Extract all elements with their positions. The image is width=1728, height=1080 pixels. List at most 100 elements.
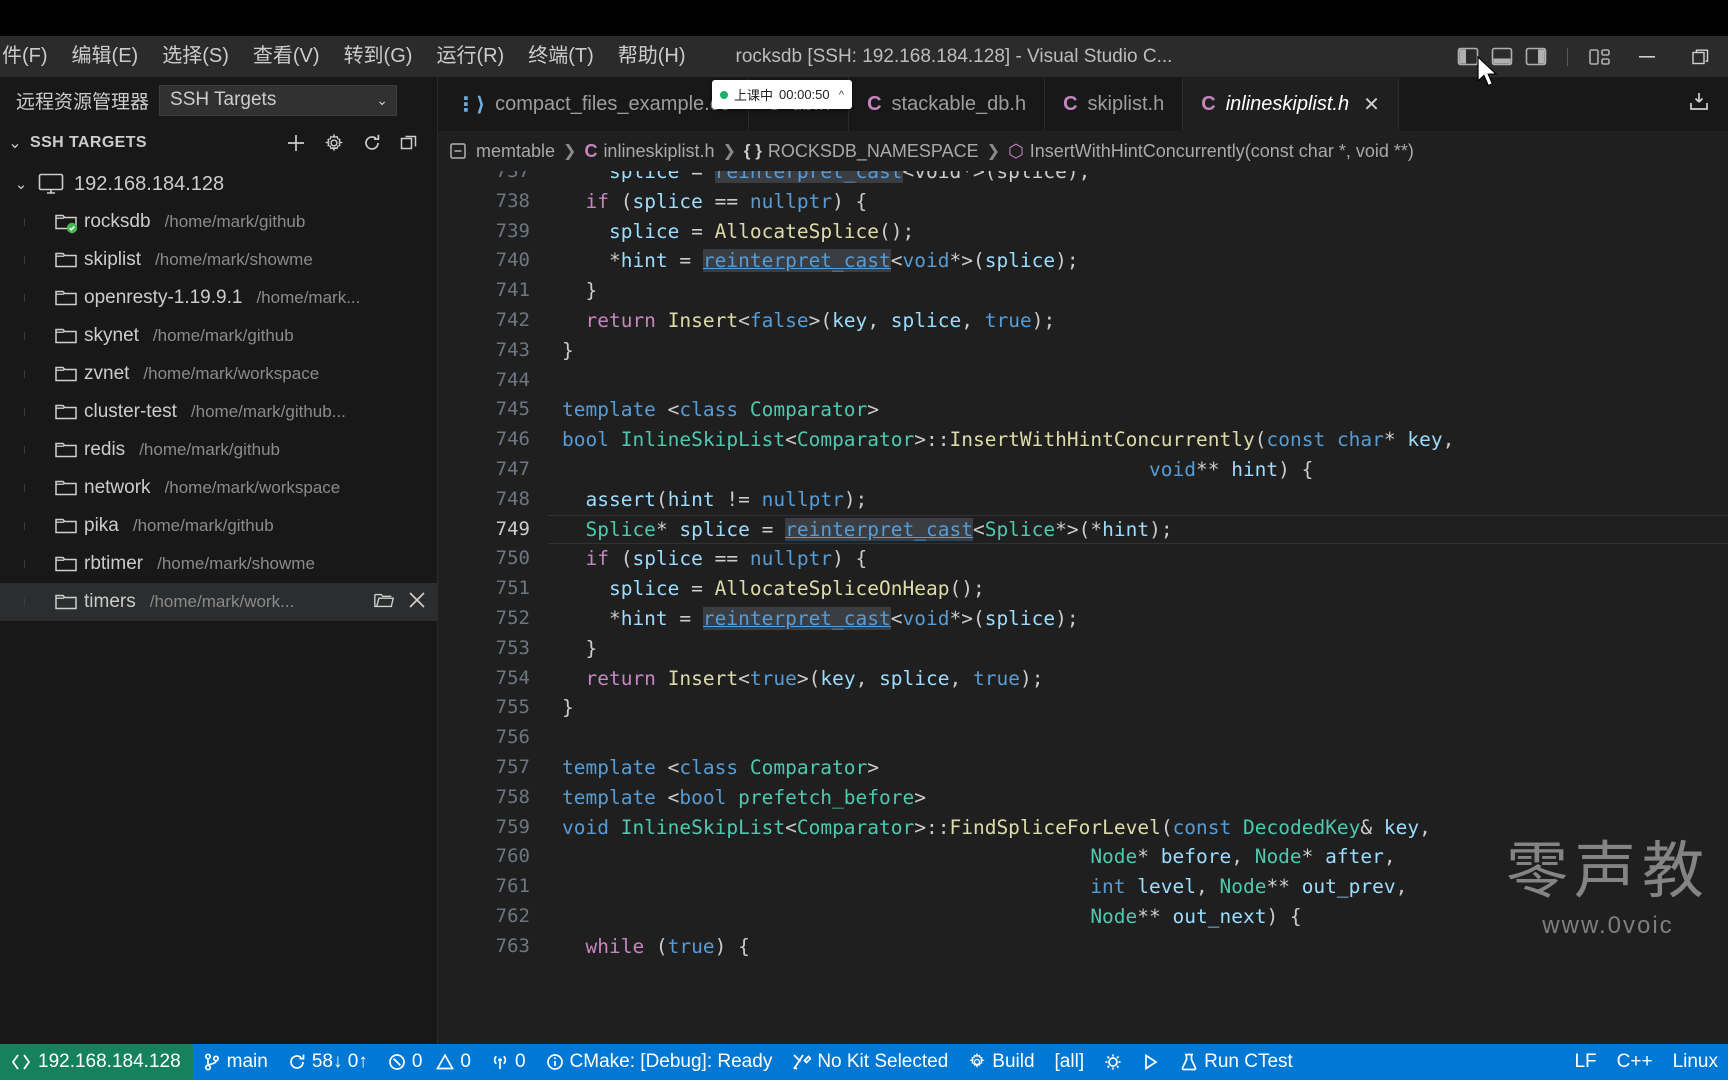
add-new-ssh-host-icon[interactable]: [285, 132, 307, 154]
chevron-up-icon[interactable]: ^: [839, 89, 844, 101]
tree-row-folder[interactable]: openresty-1.19.9.1/home/mark...: [0, 279, 437, 317]
code-editor[interactable]: 737 738 739 740 741 742 743 744 745 746 747 748 749 7…: [438, 171, 1728, 1044]
line-number: 738: [495, 189, 530, 212]
menu-item-1[interactable]: 编辑(E): [60, 36, 151, 77]
tab-close-icon[interactable]: ✕: [1363, 92, 1380, 117]
status-item-cmake-status[interactable]: CMake: [Debug]: Ready: [536, 1044, 783, 1080]
breadcrumb-segment[interactable]: { } ROCKSDB_NAMESPACE: [740, 141, 983, 162]
menu-item-2[interactable]: 选择(S): [150, 36, 241, 77]
status-remote-indicator[interactable]: 192.168.184.128: [0, 1044, 193, 1080]
code-line[interactable]: Splice* splice = reinterpret_cast<Splice…: [548, 514, 1728, 545]
breadcrumb-segment[interactable]: memtable: [472, 141, 559, 162]
folder-path: /home/mark/github: [139, 440, 280, 459]
host-twisty-icon[interactable]: ⌄: [10, 175, 32, 193]
code-token: bool: [562, 428, 609, 452]
code-line[interactable]: [548, 723, 1728, 753]
tree-row-folder[interactable]: network/home/mark/workspace: [0, 469, 437, 507]
menu-item-5[interactable]: 运行(R): [424, 36, 516, 77]
code-line[interactable]: }: [548, 693, 1728, 723]
editor-tab[interactable]: Cstackable_db.h: [849, 77, 1046, 131]
code-line[interactable]: }: [548, 634, 1728, 664]
code-line[interactable]: Node* before, Node* after,: [548, 842, 1728, 872]
tree-row-host[interactable]: ⌄ 192.168.184.128: [0, 165, 437, 203]
tree-row-folder[interactable]: skiplist/home/mark/showme: [0, 241, 437, 279]
tree-row-folder[interactable]: rbtimer/home/mark/showme: [0, 545, 437, 583]
code-line[interactable]: assert(hint != nullptr);: [548, 485, 1728, 515]
code-line[interactable]: int level, Node** out_prev,: [548, 872, 1728, 902]
collapse-all-icon[interactable]: [399, 132, 421, 154]
status-item-remote-platform[interactable]: Linux: [1663, 1044, 1728, 1080]
code-token: ,: [961, 308, 985, 332]
editor-tab[interactable]: ⋮⟩ compact_files_example.cc: [438, 77, 749, 131]
status-item-eol[interactable]: LF: [1564, 1044, 1606, 1080]
code-line[interactable]: return Insert<false>(key, splice, true);: [548, 306, 1728, 336]
tree-row-folder[interactable]: skynet/home/mark/github: [0, 317, 437, 355]
ssh-targets-section-header[interactable]: ⌄ SSH TARGETS: [0, 123, 437, 163]
tree-row-folder[interactable]: rocksdb/home/mark/github: [0, 203, 437, 241]
tree-row-folder[interactable]: zvnet/home/mark/workspace: [0, 355, 437, 393]
code-line[interactable]: }: [548, 336, 1728, 366]
code-line[interactable]: void** hint) {: [548, 455, 1728, 485]
ssh-targets-dropdown[interactable]: SSH Targets ⌄: [159, 84, 398, 116]
editor-tab[interactable]: Cskiplist.h: [1045, 77, 1184, 131]
open-in-new-window-icon[interactable]: [373, 589, 395, 616]
code-line[interactable]: template <class Comparator>: [548, 753, 1728, 783]
code-line[interactable]: if (splice == nullptr) {: [548, 187, 1728, 217]
tree-row-folder[interactable]: timers/home/mark/work...: [0, 583, 437, 621]
code-line[interactable]: splice = AllocateSplice();: [548, 217, 1728, 247]
restore-button[interactable]: [1674, 36, 1728, 77]
tree-row-folder[interactable]: pika/home/mark/github: [0, 507, 437, 545]
menu-item-3[interactable]: 查看(V): [241, 36, 332, 77]
minimize-button[interactable]: [1620, 36, 1674, 77]
status-item-cmake-build[interactable]: Build: [958, 1044, 1044, 1080]
configure-ssh-hosts-icon[interactable]: [323, 132, 345, 154]
code-line[interactable]: template <class Comparator>: [548, 395, 1728, 425]
status-item-cmake-build-target[interactable]: [all]: [1045, 1044, 1095, 1080]
code-line[interactable]: }: [548, 276, 1728, 306]
status-item-language-mode[interactable]: C++: [1607, 1044, 1663, 1080]
breadcrumb[interactable]: memtable ❯ Cinlineskiplist.h ❯{ } ROCKSDB_NA…: [438, 131, 1728, 171]
code-token: true: [749, 666, 797, 690]
tree-row-folder[interactable]: redis/home/mark/github: [0, 431, 437, 469]
code-content[interactable]: splice = reinterpret_cast<void*>(splice)…: [548, 171, 1728, 1044]
menu-item-4[interactable]: 转到(G): [332, 36, 425, 77]
split-editor-icon[interactable]: [446, 141, 472, 161]
toggle-primary-sidebar-icon[interactable]: [1457, 47, 1479, 66]
menu-item-6[interactable]: 终端(T): [516, 36, 606, 77]
editor-tab[interactable]: Cinlineskiplist.h ✕: [1183, 77, 1399, 131]
code-line[interactable]: *hint = reinterpret_cast<void*>(splice);: [548, 604, 1728, 634]
section-twisty-icon[interactable]: ⌄: [6, 133, 24, 153]
refresh-icon[interactable]: [361, 132, 383, 154]
code-line[interactable]: *hint = reinterpret_cast<void*>(splice);: [548, 246, 1728, 276]
code-line[interactable]: template <bool prefetch_before>: [548, 783, 1728, 813]
status-item-branch[interactable]: main: [193, 1044, 278, 1080]
code-line[interactable]: if (splice == nullptr) {: [548, 544, 1728, 574]
status-item-problems[interactable]: 00: [378, 1044, 481, 1080]
code-line[interactable]: splice = AllocateSpliceOnHeap();: [548, 574, 1728, 604]
code-line[interactable]: splice = reinterpret_cast<void*>(splice)…: [548, 171, 1728, 187]
menu-item-7[interactable]: 帮助(H): [606, 36, 698, 77]
toggle-secondary-sidebar-icon[interactable]: [1525, 47, 1547, 66]
code-line[interactable]: while (true) {: [548, 932, 1728, 962]
status-item-cmake-debug[interactable]: [1094, 1044, 1132, 1080]
menu-item-0[interactable]: 件(F): [0, 36, 60, 77]
breadcrumb-segment[interactable]: Cinlineskiplist.h: [580, 141, 718, 162]
breadcrumb-segment[interactable]: ⬡ InsertWithHintConcurrently(const char *…: [1004, 141, 1418, 162]
status-item-cmake-kit[interactable]: No Kit Selected: [782, 1044, 958, 1080]
code-line[interactable]: return Insert<true>(key, splice, true);: [548, 664, 1728, 694]
status-item-run-ctest[interactable]: Run CTest: [1170, 1044, 1303, 1080]
remove-folder-icon[interactable]: [407, 590, 427, 615]
tree-row-folder[interactable]: cluster-test/home/mark/github...: [0, 393, 437, 431]
code-line[interactable]: Node** out_next) {: [548, 902, 1728, 932]
status-item-cmake-run[interactable]: [1132, 1044, 1170, 1080]
customize-layout-icon[interactable]: [1588, 47, 1610, 66]
lesson-timer-badge[interactable]: 上课中 00:00:50 ^: [712, 80, 852, 109]
code-token: ,: [949, 666, 973, 690]
code-line[interactable]: [548, 366, 1728, 396]
status-item-sync-changes[interactable]: 58↓ 0↑: [278, 1044, 378, 1080]
code-line[interactable]: bool InlineSkipList<Comparator>::InsertW…: [548, 425, 1728, 455]
code-line[interactable]: void InlineSkipList<Comparator>::FindSpl…: [548, 813, 1728, 843]
toggle-panel-icon[interactable]: [1491, 47, 1513, 66]
status-item-ports[interactable]: 0: [481, 1044, 536, 1080]
open-changes-icon[interactable]: [1686, 89, 1712, 120]
